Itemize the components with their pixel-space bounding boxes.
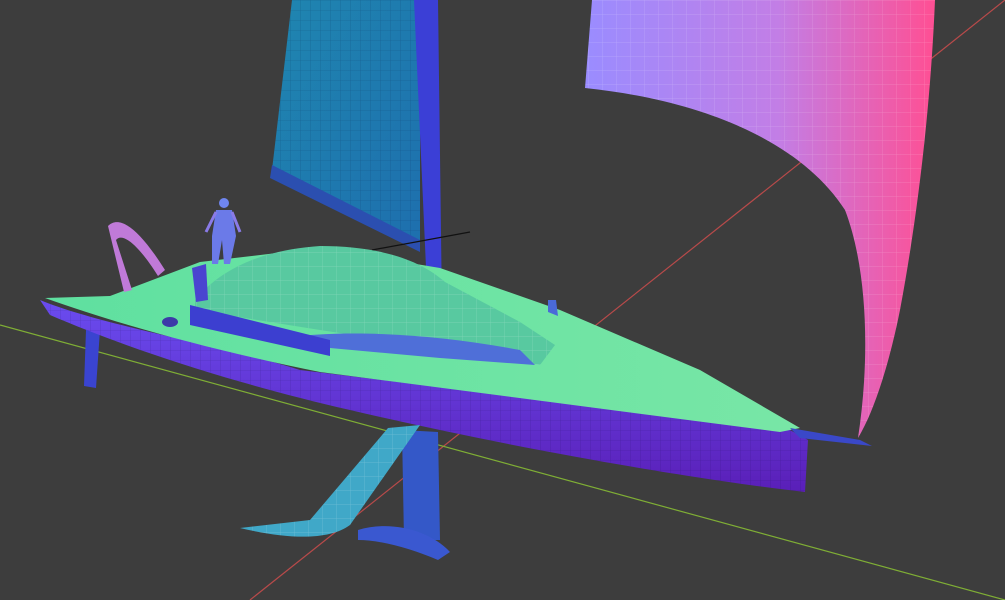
foil-strut[interactable] [402, 430, 440, 540]
rudder[interactable] [84, 330, 100, 388]
3d-viewport[interactable] [0, 0, 1005, 600]
lifting-foil-mesh [240, 425, 420, 537]
winch [162, 317, 178, 327]
crew-figure[interactable] [204, 198, 242, 264]
sailboat-scene[interactable] [0, 0, 1005, 600]
